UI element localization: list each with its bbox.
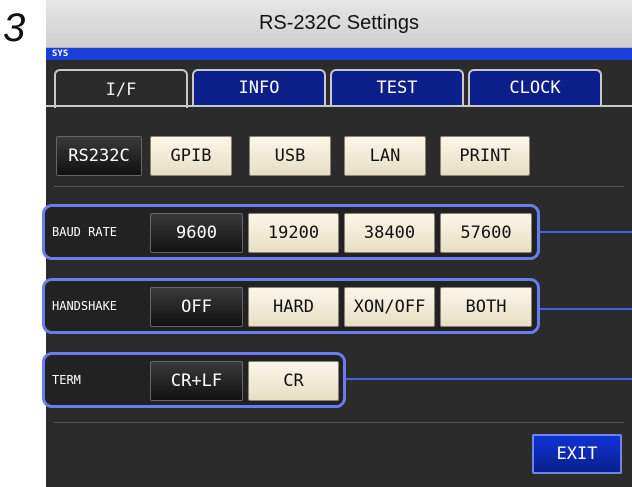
baud-option-57600[interactable]: 57600 [440, 213, 532, 253]
handshake-option-hard[interactable]: HARD [248, 287, 339, 327]
tab-if[interactable]: I/F [54, 69, 188, 108]
callout-line [540, 308, 632, 310]
interface-button-rs232c[interactable]: RS232C [56, 136, 142, 176]
divider [54, 422, 624, 423]
interface-button-gpib[interactable]: GPIB [150, 136, 232, 176]
exit-button[interactable]: EXIT [532, 434, 622, 474]
term-label: TERM [52, 373, 81, 387]
interface-button-lan[interactable]: LAN [344, 136, 426, 176]
interface-button-usb[interactable]: USB [249, 136, 331, 176]
device-screen: SYS I/F INFO TEST CLOCK RS232C GPIB USB … [42, 48, 632, 487]
baud-option-9600[interactable]: 9600 [150, 213, 243, 253]
term-option-cr[interactable]: CR [248, 361, 339, 401]
baud-rate-label: BAUD RATE [52, 225, 118, 239]
callout-line [346, 378, 632, 380]
step-number: 3 [3, 6, 26, 50]
divider [54, 186, 624, 187]
interface-button-print[interactable]: PRINT [440, 136, 530, 176]
handshake-option-both[interactable]: BOTH [440, 287, 532, 327]
tab-info[interactable]: INFO [192, 69, 326, 105]
handshake-option-off[interactable]: OFF [150, 287, 243, 327]
baud-option-19200[interactable]: 19200 [248, 213, 339, 253]
page-title: RS-232C Settings [46, 0, 632, 48]
tab-clock[interactable]: CLOCK [468, 69, 602, 105]
handshake-label: HANDSHAKE [52, 299, 118, 313]
handshake-option-xon-off[interactable]: XON/OFF [344, 287, 435, 327]
term-option-crlf[interactable]: CR+LF [150, 361, 243, 401]
tab-underline [46, 105, 632, 107]
baud-option-38400[interactable]: 38400 [344, 213, 435, 253]
sys-strip: SYS [46, 48, 632, 60]
callout-line [540, 231, 632, 233]
tab-test[interactable]: TEST [330, 69, 464, 105]
